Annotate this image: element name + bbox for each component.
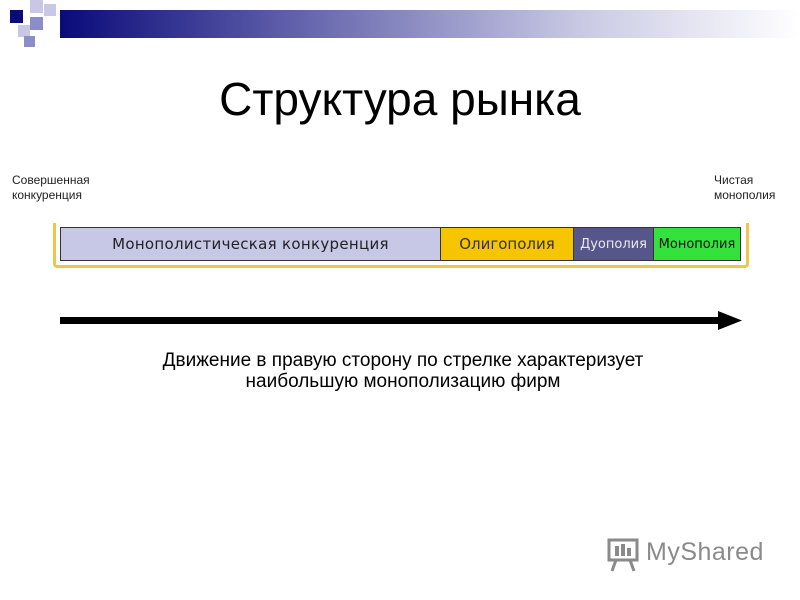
header-gradient-bar [60,10,800,38]
caption: Движение в правую сторону по стрелке хар… [0,350,800,392]
label-pure-monopoly: Чистая монополия [714,173,775,203]
arrow-head-icon [718,311,742,330]
presentation-board-icon [607,538,639,572]
deco-square [44,4,56,16]
slide-title: Структура рынка [219,73,581,125]
segment-oligopoly: Олигополия [441,228,574,260]
segment-duopoly: Дуополия [574,228,654,260]
deco-square [30,17,43,30]
arrow-shaft [60,317,722,324]
label-perfect-competition-text: Совершенная конкуренция [12,173,90,202]
caption-line-2: наибольшую монополизацию фирм [245,371,561,392]
direction-arrow [60,311,742,330]
deco-square [24,36,35,47]
label-perfect-competition: Совершенная конкуренция [12,173,90,203]
watermark-logo: MyShared [606,535,776,575]
caption-line-1: Движение в правую сторону по стрелке хар… [162,350,644,371]
segment-monopolistic-competition: Монополистическая конкуренция [61,228,441,260]
header-decoration-squares [0,0,60,50]
market-structure-spectrum: Монополистическая конкуренция Олигополия… [60,227,741,261]
label-pure-monopoly-text: Чистая монополия [714,173,776,202]
deco-square [10,10,23,23]
watermark-text: MyShared [646,538,764,566]
segment-monopoly: Монополия [654,228,740,260]
deco-square [30,0,43,13]
